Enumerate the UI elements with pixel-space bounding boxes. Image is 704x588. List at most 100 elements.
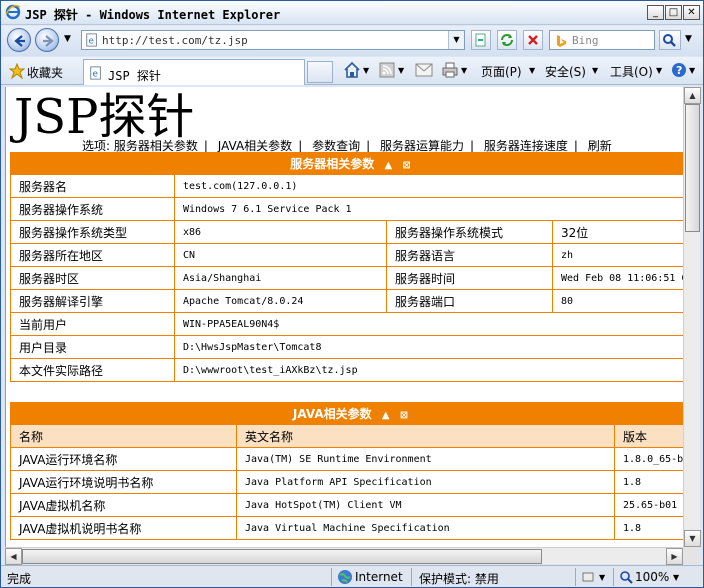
table-row: 当前用户 WIN-PPA5EAL90N4$ [10, 312, 683, 336]
recent-pages-dropdown-icon[interactable]: ▼ [64, 34, 71, 44]
zoom-level[interactable]: 100% [635, 570, 669, 584]
add-on-dropdown-icon[interactable]: ▼ [599, 573, 605, 582]
vertical-scrollbar[interactable]: ▲ ▼ [683, 87, 701, 547]
help-dropdown-icon[interactable]: ▼ [689, 66, 695, 75]
status-bar: 完成 Internet 保护模式: 禁用 ▼ 100% ▼ [1, 565, 703, 587]
row-label: JAVA虚拟机名称 [10, 493, 237, 517]
option-server-compute[interactable]: 服务器运算能力 [380, 139, 464, 153]
row-label: 当前用户 [10, 312, 175, 336]
horizontal-scrollbar[interactable]: ◀ ▶ [5, 547, 683, 565]
forward-button[interactable] [35, 28, 59, 52]
option-refresh[interactable]: 刷新 [588, 139, 612, 153]
row-english-name: Java(TM) SE Runtime Environment [236, 447, 615, 471]
minimize-button[interactable]: _ [647, 5, 664, 20]
search-placeholder: Bing [572, 34, 599, 47]
feeds-dropdown-icon[interactable]: ▼ [398, 66, 404, 75]
read-mail-icon[interactable] [415, 63, 433, 77]
scroll-left-icon[interactable]: ◀ [5, 548, 22, 565]
address-bar[interactable]: e http://test.com/tz.jsp ▼ [81, 30, 465, 50]
status-text: 完成 [7, 572, 32, 586]
svg-text:?: ? [676, 64, 682, 77]
row-label: 服务器解译引擎 [10, 289, 175, 313]
column-header-version: 版本 [613, 424, 683, 448]
stop-button[interactable] [523, 30, 543, 50]
server-section-header: 服务器相关参数 ▲ ⊠ [9, 152, 683, 175]
forward-arrow-icon [43, 35, 54, 47]
java-section-header: JAVA相关参数 ▲ ⊠ [9, 402, 683, 425]
refresh-button[interactable] [497, 30, 517, 50]
bing-icon [557, 35, 566, 47]
table-row: JAVA虚拟机说明书名称 Java Virtual Machine Specif… [10, 516, 683, 540]
add-on-icon[interactable] [581, 570, 595, 584]
row-value: x86 [174, 220, 387, 244]
scroll-right-icon[interactable]: ▶ [666, 548, 683, 565]
horizontal-scroll-thumb[interactable] [22, 549, 542, 564]
option-param-query[interactable]: 参数查询 [312, 139, 360, 153]
close-button[interactable]: ✕ [683, 5, 700, 20]
protected-mode-status[interactable]: 保护模式: 禁用 [419, 570, 499, 587]
scrollbar-corner [683, 547, 700, 564]
row-label: JAVA运行环境说明书名称 [10, 470, 237, 494]
home-dropdown-icon[interactable]: ▼ [363, 66, 369, 75]
row-label: 服务器操作系统模式 [386, 220, 553, 244]
status-divider [331, 568, 332, 586]
row-value: Apache Tomcat/8.0.24 [174, 289, 387, 313]
search-options-dropdown-icon[interactable]: ▼ [685, 34, 692, 44]
search-button[interactable] [659, 30, 681, 50]
page-menu[interactable]: 页面(P) [481, 63, 522, 80]
vertical-scroll-thumb[interactable] [685, 104, 700, 232]
safety-menu[interactable]: 安全(S) [545, 63, 586, 80]
row-label: 服务器所在地区 [10, 243, 175, 267]
scroll-down-icon[interactable]: ▼ [684, 530, 701, 547]
row-english-name: Java Virtual Machine Specification [236, 516, 615, 540]
row-label: 服务器操作系统 [10, 197, 175, 221]
option-server-connection-speed[interactable]: 服务器连接速度 [484, 139, 568, 153]
title-bar: JSP 探针 - Windows Internet Explorer _ □ ✕ [1, 1, 703, 25]
options-label: 选项: [82, 139, 111, 153]
tools-menu[interactable]: 工具(O) [610, 63, 653, 80]
print-dropdown-icon[interactable]: ▼ [461, 66, 467, 75]
page-title: JSP探针 [14, 89, 195, 145]
search-input[interactable]: Bing [549, 30, 655, 50]
new-tab-button[interactable] [307, 61, 333, 83]
feeds-icon[interactable] [379, 62, 395, 78]
close-box-icon[interactable]: ⊠ [402, 160, 410, 171]
row-version: 25.65-b01 [613, 493, 683, 517]
row-version: 1.8.0_65-b1 [613, 447, 683, 471]
favorites-button[interactable]: 收藏夹 [27, 64, 63, 81]
java-params-table: JAVA相关参数 ▲ ⊠ 名称 英文名称 版本 JAVA运行环境名称 Java(… [9, 402, 683, 540]
tab-jsp-probe[interactable]: e JSP 探针 [83, 59, 305, 85]
row-label: 服务器时区 [10, 266, 175, 290]
print-icon[interactable] [441, 61, 459, 79]
tab-title: JSP 探针 [108, 69, 161, 83]
row-value: CN [174, 243, 387, 267]
compatibility-view-button[interactable] [471, 30, 491, 50]
help-icon[interactable]: ? [671, 62, 687, 78]
back-button[interactable] [7, 28, 31, 52]
zoom-dropdown-icon[interactable]: ▼ [673, 573, 679, 582]
scroll-up-icon[interactable]: ▲ [684, 87, 701, 104]
row-label: 服务器语言 [386, 243, 553, 267]
close-box-icon[interactable]: ⊠ [400, 410, 408, 421]
collapse-arrow-icon[interactable]: ▲ [382, 410, 390, 421]
address-dropdown-icon[interactable]: ▼ [448, 31, 464, 49]
tools-menu-dropdown-icon: ▼ [656, 66, 663, 75]
home-icon[interactable] [343, 61, 361, 79]
window-title: JSP 探针 - Windows Internet Explorer [25, 8, 281, 22]
row-value: test.com(127.0.0.1) [173, 174, 683, 198]
row-value: D:\HwsJspMaster\Tomcat8 [173, 335, 683, 359]
maximize-button[interactable]: □ [665, 5, 682, 20]
security-zone[interactable]: Internet [355, 570, 403, 584]
status-divider [575, 568, 576, 586]
row-label: JAVA虚拟机说明书名称 [10, 516, 237, 540]
server-section-title: 服务器相关参数 [290, 157, 375, 171]
table-row: 本文件实际路径 D:\wwwroot\test_iAXkBz\tz.jsp [10, 358, 683, 382]
row-value: WIN-PPA5EAL90N4$ [173, 312, 683, 336]
option-server-params[interactable]: 服务器相关参数 [114, 139, 198, 153]
svg-text:e: e [89, 37, 94, 47]
search-icon [663, 34, 676, 47]
collapse-arrow-icon[interactable]: ▲ [384, 160, 392, 171]
row-label: 服务器名 [10, 174, 175, 198]
option-java-params[interactable]: JAVA相关参数 [218, 139, 292, 153]
refresh-icon [501, 34, 513, 46]
